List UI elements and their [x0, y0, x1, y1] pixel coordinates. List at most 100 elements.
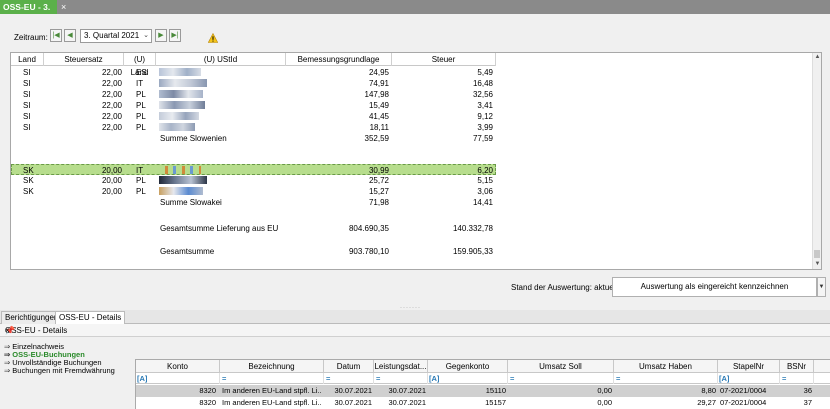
table-row[interactable]: 8320 Im anderen EU-Land stpfl. Li... 30.… — [136, 397, 830, 409]
filter-datum[interactable]: = — [326, 373, 374, 384]
table-row[interactable]: SK 20,00 PL 25,72 5,15 — [11, 175, 496, 186]
cell-land: SI — [23, 79, 31, 88]
previous-period-button[interactable]: ◀ — [64, 29, 76, 42]
cell-steuersatz: 20,00 — [101, 187, 122, 196]
total-label: Gesamtsumme — [160, 247, 215, 256]
table-row-selected[interactable]: 8320 Im anderen EU-Land stpfl. Li... 30.… — [136, 385, 830, 397]
table-row-selected[interactable]: SK 20,00 IT 30,99 6,20 — [11, 164, 496, 175]
column-header-gegenkonto[interactable]: Gegenkonto — [428, 360, 508, 373]
document-tab[interactable]: OSS-EU - 3. Q — [0, 0, 57, 26]
cell-bemessung: 25,72 — [368, 176, 389, 185]
column-header-umsatz-soll[interactable]: Umsatz Soll — [508, 360, 614, 373]
column-header-bemessungsgrundlage[interactable]: Bemessungsgrundlage — [286, 53, 392, 66]
cell-leistungsdatum: 30.07.2021 — [388, 398, 426, 407]
redacted-ustid — [159, 78, 219, 89]
bottom-tab-bar: Berichtigungen OSS-EU - Details — [0, 310, 830, 324]
column-header-steuer[interactable]: Steuer — [392, 53, 496, 66]
filter-umsatz-haben[interactable]: = — [616, 373, 718, 384]
redacted-ustid — [159, 67, 219, 78]
table-row[interactable]: SI 22,00 ES 24,95 5,49 — [11, 67, 496, 78]
tab-berichtigungen[interactable]: Berichtigungen — [1, 311, 63, 324]
cell-steuer: 16,48 — [472, 79, 493, 88]
cell-bsnr: 37 — [803, 398, 812, 407]
column-header-konto[interactable]: Konto — [136, 360, 220, 373]
cell-datum: 30.07.2021 — [334, 398, 372, 407]
cell-stapelnr: 07-2021/0004 — [720, 398, 767, 407]
table-row[interactable]: SI 22,00 PL 41,45 9,12 — [11, 111, 496, 122]
filter-konto[interactable]: [A] — [137, 373, 220, 384]
cell-steuersatz: 22,00 — [101, 123, 122, 132]
table-row[interactable]: SI 22,00 PL 147,98 32,56 — [11, 89, 496, 100]
cell-steuersatz: 22,00 — [101, 112, 122, 121]
redacted-ustid — [159, 100, 219, 111]
sum-row-slowakei[interactable]: Summe Slowakei 71,98 14,41 — [11, 197, 496, 208]
filter-bezeichnung[interactable]: = — [222, 373, 324, 384]
total-row-gesamt[interactable]: Gesamtsumme 903.780,10 159.905,33 — [11, 246, 496, 257]
period-select[interactable]: 3. Quartal 2021 ⌄ — [80, 29, 152, 43]
cell-land: SI — [23, 101, 31, 110]
cell-datum: 30.07.2021 — [334, 386, 372, 395]
total-label: Gesamtsumme Lieferung aus EU — [160, 224, 279, 233]
panel-header: OSS-EU - Details 📌 × — [0, 324, 830, 337]
cell-bemessung: 18,11 — [369, 123, 389, 132]
column-header-leistungsdatum[interactable]: Leistungsdat... — [374, 360, 428, 373]
cell-steuer: 3,06 — [477, 187, 493, 196]
filter-stapelnr[interactable]: [A] — [719, 373, 780, 384]
next-period-button[interactable]: ▶ — [155, 29, 167, 42]
warning-icon[interactable] — [208, 33, 218, 43]
sum-label: Summe Slowenien — [160, 134, 227, 143]
oss-summary-table[interactable]: Land Steuersatz (U) Land (U) UStId Bemes… — [10, 52, 822, 270]
table-row[interactable]: SI 22,00 PL 18,11 3,99 — [11, 122, 496, 133]
cell-steuer: 3,99 — [477, 123, 493, 132]
column-header-steuersatz[interactable]: Steuersatz — [44, 53, 124, 66]
column-header-ustid[interactable]: (U) UStId — [156, 53, 286, 66]
scroll-up-icon[interactable]: ▲ — [813, 53, 821, 62]
column-header-umsatz-haben[interactable]: Umsatz Haben — [614, 360, 718, 373]
close-icon[interactable]: × — [61, 0, 66, 14]
column-header-stapelnr[interactable]: StapelNr — [718, 360, 780, 373]
filter-leistungsdatum[interactable]: = — [376, 373, 428, 384]
document-tab-bar: OSS-EU - 3. Q × — [0, 0, 830, 26]
cell-konto: 8320 — [199, 386, 216, 395]
column-header-bsnr[interactable]: BSNr — [780, 360, 814, 373]
mark-submitted-button[interactable]: Auswertung als eingereicht kennzeichnen — [612, 277, 817, 297]
last-period-button[interactable]: ▶| — [169, 29, 181, 42]
mark-submitted-dropdown[interactable]: ▼ — [817, 277, 826, 297]
cell-umsatz-soll: 0,00 — [597, 398, 612, 407]
sum-label: Summe Slowakei — [160, 198, 222, 207]
sum-row-slowenien[interactable]: Summe Slowenien 352,59 77,59 — [11, 133, 496, 144]
column-header-bezeichnung[interactable]: Bezeichnung — [220, 360, 324, 373]
period-value: 3. Quartal 2021 — [84, 31, 140, 40]
cell-uland: PL — [136, 101, 146, 110]
tab-oss-eu-details[interactable]: OSS-EU - Details — [55, 311, 126, 324]
column-header-uland[interactable]: (U) Land — [124, 53, 156, 77]
column-header-land[interactable]: Land — [11, 53, 44, 66]
scroll-down-icon[interactable]: ▼ — [813, 260, 821, 269]
column-header-datum[interactable]: Datum — [324, 360, 374, 373]
table-header: Land Steuersatz (U) Land (U) UStId Bemes… — [11, 53, 496, 77]
chevron-down-icon: ⌄ — [143, 32, 149, 39]
close-icon[interactable]: × — [5, 326, 10, 335]
cell-steuersatz: 22,00 — [101, 68, 122, 77]
scroll-thumb[interactable] — [814, 250, 820, 258]
link-buchungen-fremdwaehrung[interactable]: ⇒ Buchungen mit Fremdwährung — [4, 367, 115, 375]
bookings-table[interactable]: Konto Bezeichnung Datum Leistungsdat... … — [135, 359, 830, 409]
table-row[interactable]: SI 22,00 IT 74,91 16,48 — [11, 78, 496, 89]
filter-bsnr[interactable]: = — [782, 373, 814, 384]
total-row-lieferung[interactable]: Gesamtsumme Lieferung aus EU 804.690,35 … — [11, 223, 496, 234]
table-row[interactable]: SI 22,00 PL 15,49 3,41 — [11, 100, 496, 111]
sum-steuer: 77,59 — [472, 134, 493, 143]
period-toolbar: Zeitraum: |◀ ◀ 3. Quartal 2021 ⌄ ▶ ▶| — [0, 14, 830, 52]
first-period-button[interactable]: |◀ — [50, 29, 62, 42]
vertical-scrollbar[interactable]: ▲ ▼ — [812, 53, 821, 269]
filter-gegenkonto[interactable]: [A] — [429, 373, 508, 384]
cell-bemessung: 24,95 — [368, 68, 389, 77]
cell-steuersatz: 22,00 — [101, 79, 122, 88]
cell-land: SI — [23, 123, 31, 132]
filter-row: [A] = = = [A] = = [A] = — [136, 373, 830, 384]
zeitraum-label: Zeitraum: — [14, 33, 48, 42]
filter-umsatz-soll[interactable]: = — [510, 373, 614, 384]
cell-land: SK — [23, 176, 34, 185]
table-row[interactable]: SK 20,00 PL 15,27 3,06 — [11, 186, 496, 197]
cell-steuer: 3,41 — [477, 101, 493, 110]
